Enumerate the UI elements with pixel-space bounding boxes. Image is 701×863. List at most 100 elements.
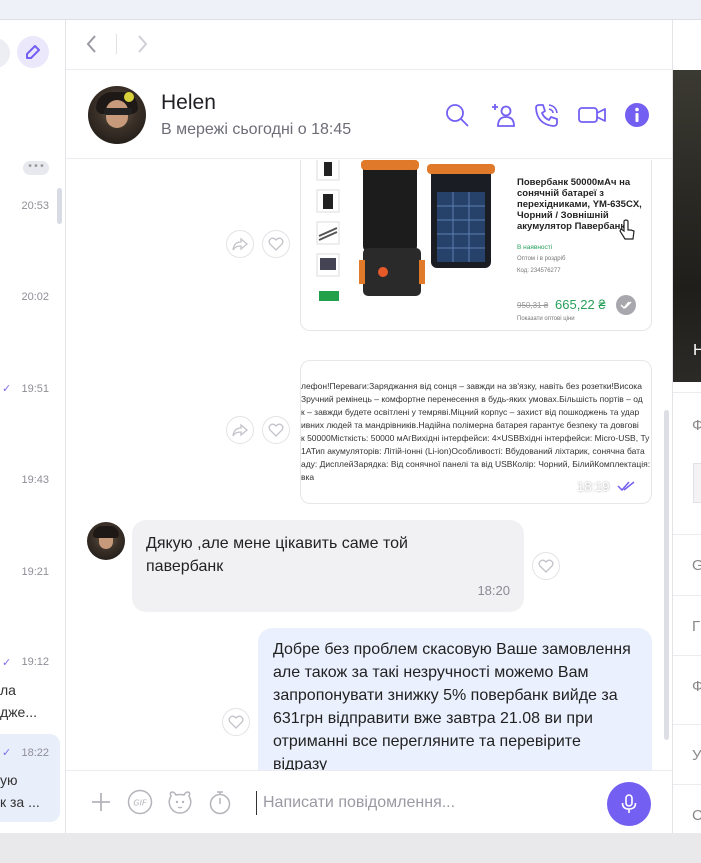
video-call-button[interactable] xyxy=(577,100,607,130)
product-description-card[interactable]: лефон!Переваги:Заряджання від сонця – за… xyxy=(300,360,652,504)
info-row[interactable]: G xyxy=(673,534,701,594)
share-icon xyxy=(232,237,248,251)
message-composer: GIF xyxy=(66,770,672,833)
avatar-glasses xyxy=(104,108,132,115)
chat-header: Helen В мережі сьогодні о 18:45 xyxy=(66,70,672,159)
double-check-icon xyxy=(617,481,635,492)
read-check-icon: ✓ xyxy=(2,656,12,669)
like-message-button[interactable] xyxy=(262,230,290,258)
media-thumbnail[interactable] xyxy=(693,463,701,503)
chat-list: ••• 20:53 20:02 ✓ 19:51 19:43 19:21 ✓ 19… xyxy=(0,20,66,833)
forward-button[interactable] xyxy=(130,32,154,56)
contact-photo-caption: Н xyxy=(693,342,701,360)
sticker-bear-icon xyxy=(168,791,192,814)
chat-search-button[interactable] xyxy=(0,38,10,68)
plus-icon xyxy=(92,793,110,811)
incoming-message-time: 18:20 xyxy=(477,583,510,598)
message-input[interactable] xyxy=(256,791,586,815)
more-dots-badge[interactable]: ••• xyxy=(23,161,49,175)
description-line: к – завжди будете освітлені у темряві.Мі… xyxy=(301,407,640,417)
chat-list-scrollbar[interactable] xyxy=(57,188,62,224)
back-button[interactable] xyxy=(80,32,104,56)
chat-item-time: 19:21 xyxy=(21,566,49,578)
chat-item-time: 19:43 xyxy=(21,474,49,486)
chat-item-snippet[interactable]: ую xyxy=(0,772,18,788)
description-line: ивних людей та мандрівників.Надійна полі… xyxy=(301,420,639,430)
sticker-button[interactable] xyxy=(167,789,193,815)
info-section-label: Ф xyxy=(692,417,701,434)
read-check-icon: ✓ xyxy=(2,382,12,395)
contact-name[interactable]: Helen xyxy=(161,91,216,115)
avatar[interactable] xyxy=(88,86,146,144)
chat-info-panel: Н Ф G Г Ф У С xyxy=(672,20,701,833)
info-row[interactable]: С xyxy=(673,784,701,833)
new-chat-button[interactable] xyxy=(17,36,49,68)
info-row-label: С xyxy=(692,807,701,824)
chevron-right-icon xyxy=(138,35,148,53)
add-participant-button[interactable] xyxy=(488,100,518,130)
window-top-strip xyxy=(0,0,701,20)
chat-item-time: 19:51 xyxy=(21,383,49,395)
description-line: аду: ДисплейЗарядка: Від сонячної панелі… xyxy=(301,459,651,469)
chat-item-time: 19:12 xyxy=(21,656,49,668)
heart-icon xyxy=(538,559,554,573)
avatar-hair xyxy=(93,526,119,538)
double-check-icon xyxy=(620,301,632,310)
description-line: вка xyxy=(301,472,315,482)
chat-item-snippet[interactable]: дже... xyxy=(0,704,37,720)
viber-window: ••• 20:53 20:02 ✓ 19:51 19:43 19:21 ✓ 19… xyxy=(0,20,701,833)
chat-item-snippet[interactable]: к за ... xyxy=(0,794,40,810)
description-line: лефон!Переваги:Заряджання від сонця – за… xyxy=(301,381,642,391)
message-scrollbar[interactable] xyxy=(664,410,669,740)
desktop-background xyxy=(0,833,701,863)
voice-call-button[interactable] xyxy=(532,100,562,130)
navigation-bar xyxy=(66,20,672,70)
contact-photo[interactable]: Н xyxy=(673,70,701,382)
forward-message-button[interactable] xyxy=(226,230,254,258)
info-row-label: Г xyxy=(692,618,701,635)
voice-message-button[interactable] xyxy=(607,782,651,826)
chat-info-button[interactable] xyxy=(622,100,652,130)
heart-icon xyxy=(268,423,284,437)
like-message-button[interactable] xyxy=(222,708,250,736)
chat-item-time: 20:02 xyxy=(21,291,49,303)
like-message-button[interactable] xyxy=(262,416,290,444)
forward-message-button[interactable] xyxy=(226,416,254,444)
chat-item-time: 20:53 xyxy=(21,200,49,212)
description-line: 1АТип акумуляторів: Літій-іонні (Li-ion)… xyxy=(301,446,645,456)
info-row[interactable]: У xyxy=(673,724,701,784)
like-message-button[interactable] xyxy=(532,552,560,580)
info-row-label: У xyxy=(692,747,701,764)
compose-icon xyxy=(26,45,40,59)
gif-icon: GIF xyxy=(127,789,153,815)
outgoing-message-bubble[interactable]: Добре без проблем скасовую Ваше замовлен… xyxy=(258,628,652,770)
product-wholesale: Оптом і в роздріб xyxy=(517,256,566,262)
info-icon xyxy=(625,103,649,127)
video-camera-icon xyxy=(578,107,606,123)
product-image-card[interactable]: Повербанк 50000мАч на сонячній батареї з… xyxy=(300,160,652,331)
wholesale-prices-link[interactable]: Показати оптові ціни xyxy=(517,316,575,322)
description-line: Зручний ремінець – комфортне перенесення… xyxy=(301,394,643,404)
contact-status: В мережі сьогодні о 18:45 xyxy=(161,121,352,138)
search-button[interactable] xyxy=(442,100,472,130)
chat-pane: Helen В мережі сьогодні о 18:45 Повербан… xyxy=(66,20,672,833)
chat-item-snippet[interactable]: ла xyxy=(0,682,16,698)
chevron-left-icon xyxy=(86,35,96,53)
info-row-label: G xyxy=(692,557,701,574)
heart-icon xyxy=(228,715,244,729)
attach-button[interactable] xyxy=(88,789,114,815)
timer-icon xyxy=(209,791,231,815)
gif-button[interactable]: GIF xyxy=(127,789,153,815)
sender-avatar[interactable] xyxy=(87,522,125,560)
avatar-accent xyxy=(124,92,134,102)
info-media-section[interactable]: Ф xyxy=(673,392,701,532)
info-row[interactable]: Г xyxy=(673,595,701,655)
message-area: Повербанк 50000мАч на сонячній батареї з… xyxy=(66,160,672,770)
svg-text:GIF: GIF xyxy=(133,799,147,808)
timer-button[interactable] xyxy=(207,789,233,815)
outgoing-message-text: Добре без проблем скасовую Ваше замовлен… xyxy=(273,641,631,770)
info-row[interactable]: Ф xyxy=(673,655,701,715)
chat-item-time: 18:22 xyxy=(21,747,49,759)
incoming-message-bubble[interactable]: Дякую ,але мене цікавить саме той паверб… xyxy=(132,520,524,612)
product-price: 665,22 ₴ xyxy=(555,297,606,312)
